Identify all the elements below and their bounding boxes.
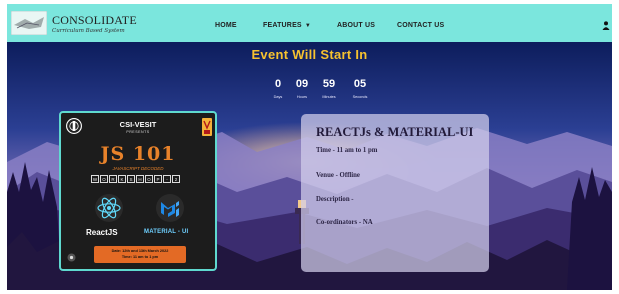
brand-name[interactable]: CONSOLIDATE	[52, 13, 137, 28]
poster-date-box: Date: 12th and 13th March 2022 Time: 11 …	[94, 246, 186, 263]
user-icon[interactable]	[602, 21, 610, 30]
event-info-title: REACTJs & MATERIAL-UI	[316, 125, 474, 139]
workshop-letter: W	[91, 175, 99, 183]
workshop-letter: -	[163, 175, 171, 183]
countdown-hours-value: 09	[295, 78, 309, 90]
nav-link-features[interactable]: FEATURES ▼	[263, 22, 311, 29]
countdown-seconds-label: Seconds	[352, 95, 368, 99]
workshop-letter: O	[145, 175, 153, 183]
event-coordinators: Co-ordinators - NA	[316, 219, 373, 226]
poster-subtitle: JAVASCRIPT DECODED	[112, 166, 164, 171]
workshop-letter: H	[136, 175, 144, 183]
poster-time-line: Time: 11 am to 1 pm	[121, 255, 159, 259]
nav-link-home[interactable]: HOME	[215, 22, 237, 29]
poster-date-line: Date: 12th and 13th March 2022	[111, 249, 169, 253]
poster-tech-left: ReactJS	[86, 228, 118, 237]
workshop-letter: P	[154, 175, 162, 183]
poster-organizer: CSI-VESIT	[119, 120, 157, 129]
nav-link-contact[interactable]: CONTACT US	[397, 22, 444, 29]
navbar: CONSOLIDATE Curriculum Based System HOME…	[7, 4, 612, 42]
settings-icon[interactable]	[67, 253, 76, 262]
workshop-letter: O	[100, 175, 108, 183]
logo-icon[interactable]	[11, 11, 47, 35]
event-description: Description -	[316, 196, 354, 203]
brand-tagline: Curriculum Based System	[52, 28, 125, 34]
nav-link-about[interactable]: ABOUT US	[337, 22, 375, 29]
countdown-seconds-value: 05	[353, 78, 367, 90]
workshop-letter: 2	[172, 175, 180, 183]
countdown-minutes-value: 59	[322, 78, 336, 90]
poster-tech-right: MATERIAL - UI	[144, 229, 189, 235]
workshop-letter: S	[127, 175, 135, 183]
react-icon	[95, 194, 123, 222]
chevron-down-icon: ▼	[304, 23, 311, 29]
countdown-minutes-label: Minutes	[322, 95, 336, 99]
material-ui-icon	[156, 194, 184, 222]
app-frame: CONSOLIDATE Curriculum Based System HOME…	[7, 4, 612, 290]
poster-presents: PRESENTS	[126, 130, 150, 134]
workshop-letter: K	[118, 175, 126, 183]
hero-section: Event Will Start In 0 09 59 05 Days Hour…	[7, 42, 612, 290]
poster-workshop-row: W O R K S H O P - 2	[91, 175, 180, 183]
countdown-days-value: 0	[274, 78, 282, 90]
nav-features-label: FEATURES	[263, 22, 302, 29]
event-venue: Venue - Offline	[316, 172, 360, 179]
event-time: Time - 11 am to 1 pm	[316, 147, 378, 154]
event-poster[interactable]: CSI-VESIT PRESENTS JS 101 JAVASCRIPT DEC…	[59, 111, 217, 271]
event-countdown-title: Event Will Start In	[251, 47, 368, 62]
poster-title: JS 101	[100, 143, 176, 165]
countdown-hours-label: Hours	[296, 95, 308, 99]
event-info-card: REACTJs & MATERIAL-UI Time - 11 am to 1 …	[301, 114, 489, 272]
workshop-letter: R	[109, 175, 117, 183]
